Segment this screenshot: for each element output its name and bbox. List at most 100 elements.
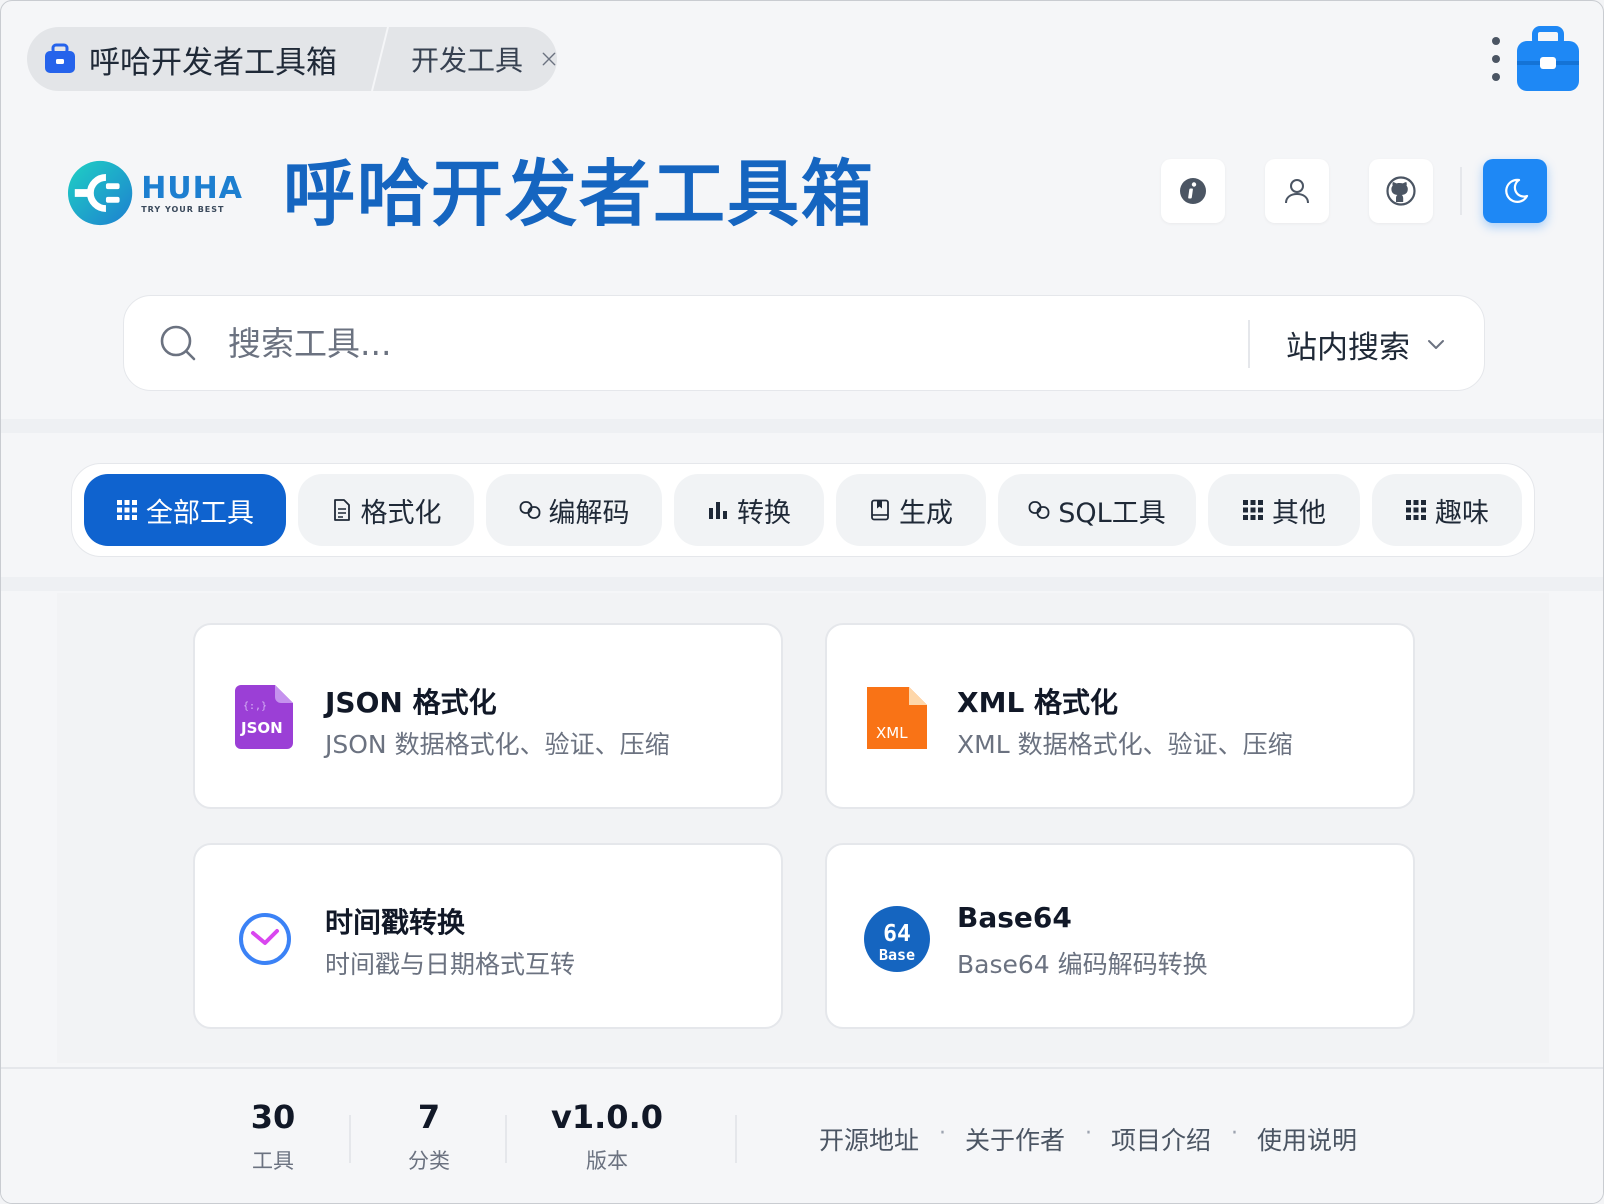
footer-link-author[interactable]: 关于作者 [965, 1121, 1065, 1157]
section-band [1, 419, 1603, 433]
tab-dev-tools-label: 开发工具 [411, 44, 524, 77]
footer-link-source[interactable]: 开源地址 [819, 1121, 919, 1157]
stat-label: 分类 [408, 1149, 450, 1173]
stat-divider [735, 1115, 737, 1163]
stat-divider [505, 1115, 507, 1163]
stat-label: 版本 [586, 1149, 628, 1173]
stat-value: v1.0.0 [551, 1098, 663, 1136]
tool-grid: {:,} JSON JSON 格式化 JSON 数据格式化、验证、压缩 XML … [57, 593, 1549, 1063]
dot-icon [1492, 37, 1500, 45]
stat-value: 30 [250, 1098, 296, 1136]
plug-logo-icon [67, 160, 133, 226]
grid-icon [117, 500, 137, 520]
stat-categories: 7 分类 [359, 1097, 499, 1175]
stat-label: 工具 [252, 1149, 294, 1173]
github-icon [1386, 176, 1416, 206]
toolbox-icon[interactable] [1515, 25, 1581, 93]
category-bar: 全部工具 格式化 编解码 转换 生成 SQL工具 其他 趣味 [71, 463, 1535, 557]
category-codec[interactable]: 编解码 [486, 474, 662, 546]
dot-icon [1492, 55, 1500, 63]
category-fun[interactable]: 趣味 [1372, 474, 1522, 546]
info-icon [1180, 178, 1206, 204]
link-icon [519, 501, 540, 519]
section-band [1, 577, 1603, 591]
xml-file-icon: XML [867, 687, 927, 749]
category-label: 趣味 [1435, 497, 1489, 529]
footer: 30 工具 7 分类 v1.0.0 版本 开源地址 · 关于作者 · 项目介绍 … [1, 1067, 1603, 1203]
stat-version: v1.0.0 版本 [537, 1097, 677, 1175]
tool-description: 时间戳与日期格式互转 [325, 950, 576, 979]
tab-home-label: 呼哈开发者工具箱 [89, 44, 337, 81]
logo-tagline: TRY YOUR BEST [141, 204, 225, 214]
svg-text:64: 64 [883, 921, 911, 947]
category-label: 全部工具 [146, 497, 254, 529]
tab-home[interactable]: 呼哈开发者工具箱 [27, 27, 379, 91]
tab-dev-tools[interactable]: 开发工具 [389, 27, 557, 91]
tool-title: JSON 格式化 [325, 686, 497, 719]
tool-description: XML 数据格式化、验证、压缩 [957, 730, 1293, 759]
tool-card-json[interactable]: {:,} JSON JSON 格式化 JSON 数据格式化、验证、压缩 [193, 623, 783, 809]
category-all[interactable]: 全部工具 [84, 474, 286, 546]
search-bar: 站内搜索 [123, 295, 1485, 391]
theme-toggle-button[interactable] [1483, 159, 1547, 223]
huha-logo: HUHA TRY YOUR BEST [67, 157, 243, 229]
search-icon [160, 325, 196, 361]
footer-dot: · [1231, 1121, 1238, 1146]
page-title: 呼哈开发者工具箱 [283, 152, 876, 236]
header-divider [1460, 167, 1462, 215]
tool-description: JSON 数据格式化、验证、压缩 [325, 730, 670, 759]
category-other[interactable]: 其他 [1208, 474, 1360, 546]
category-generate[interactable]: 生成 [836, 474, 986, 546]
stat-tools: 30 工具 [203, 1097, 343, 1175]
grid-icon [1243, 500, 1263, 520]
category-label: 生成 [899, 497, 953, 529]
stat-value: 7 [417, 1098, 441, 1136]
toolbox-icon [45, 43, 75, 73]
tool-card-base64[interactable]: 64 Base Base64 Base64 编码解码转换 [825, 843, 1415, 1029]
book-icon [871, 499, 889, 521]
category-label: 格式化 [360, 497, 442, 529]
search-input[interactable] [228, 323, 1208, 363]
base64-icon: 64 Base [864, 906, 930, 972]
user-icon [1285, 179, 1309, 204]
document-icon [333, 499, 350, 521]
json-file-icon: {:,} JSON [235, 685, 293, 749]
svg-text:Base: Base [879, 946, 915, 964]
svg-text:JSON: JSON [240, 719, 283, 737]
moon-icon [1505, 178, 1529, 203]
search-scope-label: 站内搜索 [1286, 329, 1410, 366]
tool-title: 时间戳转换 [325, 906, 466, 939]
more-menu-button[interactable] [1489, 37, 1503, 81]
clock-icon [239, 913, 291, 965]
category-format[interactable]: 格式化 [298, 474, 474, 546]
footer-dot: · [1085, 1121, 1092, 1146]
category-convert[interactable]: 转换 [674, 474, 824, 546]
app-window: 呼哈开发者工具箱 开发工具 HUHA TRY YOUR BEST 呼哈开发者工具… [0, 0, 1604, 1204]
info-button[interactable] [1161, 159, 1225, 223]
search-scope-dropdown[interactable]: 站内搜索 [1286, 296, 1466, 392]
dot-icon [1492, 73, 1500, 81]
user-button[interactable] [1265, 159, 1329, 223]
svg-text:XML: XML [876, 724, 908, 742]
link-icon [1028, 501, 1050, 519]
tool-card-timestamp[interactable]: 时间戳转换 时间戳与日期格式互转 [193, 843, 783, 1029]
category-label: 转换 [737, 497, 791, 529]
stat-divider [349, 1115, 351, 1163]
tool-card-xml[interactable]: XML XML 格式化 XML 数据格式化、验证、压缩 [825, 623, 1415, 809]
chevron-down-icon [1428, 340, 1444, 349]
grid-icon [1406, 500, 1426, 520]
tool-description: Base64 编码解码转换 [957, 950, 1208, 979]
close-icon[interactable] [541, 45, 557, 73]
logo-wordmark: HUHA [141, 170, 243, 206]
footer-link-guide[interactable]: 使用说明 [1257, 1121, 1357, 1157]
category-label: 其他 [1272, 497, 1326, 529]
github-button[interactable] [1369, 159, 1433, 223]
tool-title: Base64 [957, 901, 1072, 934]
footer-link-intro[interactable]: 项目介绍 [1111, 1121, 1211, 1157]
category-sql[interactable]: SQL工具 [998, 474, 1196, 546]
footer-dot: · [939, 1121, 946, 1146]
category-label: SQL工具 [1058, 497, 1166, 529]
tab-bar: 呼哈开发者工具箱 开发工具 [27, 27, 557, 91]
search-divider [1248, 320, 1250, 368]
category-label: 编解码 [548, 497, 630, 529]
